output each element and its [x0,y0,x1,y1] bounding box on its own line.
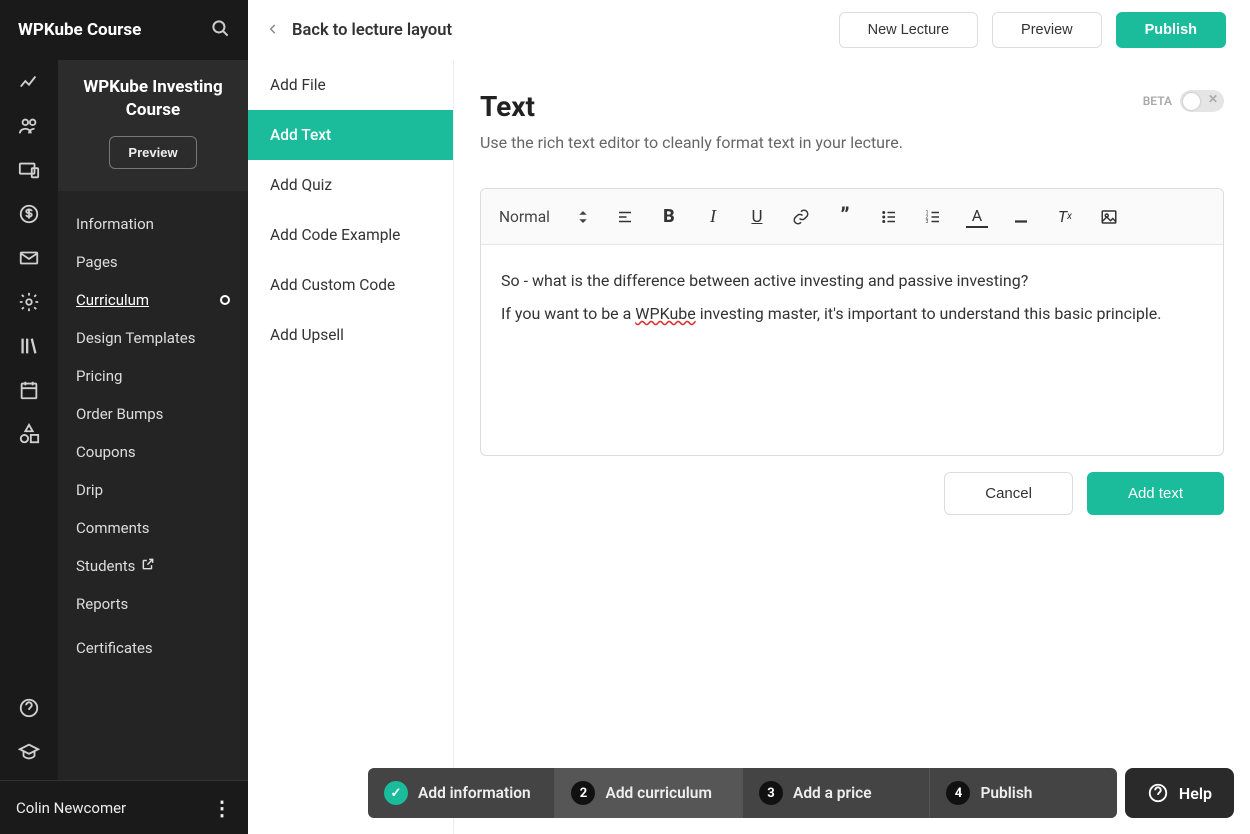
add-code-example[interactable]: Add Code Example [248,210,453,260]
hr-icon[interactable] [1010,208,1032,226]
content: Text Use the rich text editor to cleanly… [454,0,1250,834]
quote-icon[interactable]: ” [834,204,856,229]
search-icon[interactable] [211,19,230,42]
help-icon [1147,782,1169,804]
rail-mail-icon[interactable] [0,236,58,280]
content-heading: Text [480,90,903,123]
add-text-button[interactable]: Add text [1087,472,1224,515]
icon-rail [0,0,58,834]
chevron-left-icon [266,21,280,40]
rail-device-icon[interactable] [0,148,58,192]
back-label: Back to lecture layout [292,21,452,40]
nav-certificates[interactable]: Certificates [58,629,248,667]
text-color-icon[interactable]: A [966,206,988,228]
image-icon[interactable] [1098,208,1120,226]
sidebar: WPKube Course WPKube Investing Course Pr… [58,0,248,834]
brand-title: WPKube Course [18,20,141,40]
italic-icon[interactable]: I [702,206,724,227]
add-upsell[interactable]: Add Upsell [248,310,453,360]
editor-paragraph: So - what is the difference between acti… [501,267,1203,296]
add-file[interactable]: Add File [248,60,453,110]
help-button[interactable]: Help [1125,768,1234,818]
rail-analytics-icon[interactable] [0,60,58,104]
course-block: WPKube Investing Course Preview [58,60,248,191]
publish-button[interactable]: Publish [1116,12,1226,48]
editor-paragraph: If you want to be a WPKube investing mas… [501,300,1203,329]
check-icon: ✓ [384,781,408,805]
course-preview-button[interactable]: Preview [109,136,196,169]
nav-students[interactable]: Students [58,547,248,585]
rail-people-icon[interactable] [0,104,58,148]
beta-toggle-group: BETA ✕ [1143,90,1224,112]
bullet-list-icon[interactable] [878,208,900,226]
close-icon: ✕ [1208,92,1218,106]
numbered-list-icon[interactable]: 123 [922,208,944,226]
underline-icon[interactable]: U [746,207,768,227]
nav-design-templates[interactable]: Design Templates [58,319,248,357]
preview-button[interactable]: Preview [992,12,1102,48]
nav-coupons[interactable]: Coupons [58,433,248,471]
nav-pages[interactable]: Pages [58,243,248,281]
rail-books-icon[interactable] [0,324,58,368]
add-panel: Add File Add Text Add Quiz Add Code Exam… [248,0,454,834]
cancel-button[interactable]: Cancel [944,472,1073,515]
add-text[interactable]: Add Text [248,110,453,160]
steps-bar: ✓Add information 2Add curriculum 3Add a … [368,768,1234,818]
rail-calendar-icon[interactable] [0,368,58,412]
style-select[interactable]: Normal [499,208,592,226]
bold-icon[interactable]: B [658,206,680,227]
step-add-curriculum[interactable]: 2Add curriculum [555,768,742,818]
rail-gear-icon[interactable] [0,280,58,324]
rich-text-editor: Normal B I U ” 123 A Tx [480,188,1224,456]
active-indicator-icon [220,295,230,305]
content-subtitle: Use the rich text editor to cleanly form… [480,133,903,152]
nav-drip[interactable]: Drip [58,471,248,509]
nav-order-bumps[interactable]: Order Bumps [58,395,248,433]
rail-shapes-icon[interactable] [0,412,58,456]
beta-label: BETA [1143,94,1172,108]
nav-information[interactable]: Information [58,205,248,243]
nav-curriculum[interactable]: Curriculum [58,281,248,319]
topbar: Back to lecture layout New Lecture Previ… [248,0,1250,60]
user-footer[interactable]: Colin Newcomer ⋮ [0,780,248,834]
new-lecture-button[interactable]: New Lecture [839,12,978,48]
link-icon[interactable] [790,208,812,226]
user-name: Colin Newcomer [16,799,126,817]
step-add-information[interactable]: ✓Add information [368,768,555,818]
external-link-icon [141,557,155,575]
add-quiz[interactable]: Add Quiz [248,160,453,210]
step-add-price[interactable]: 3Add a price [743,768,930,818]
nav-reports[interactable]: Reports [58,585,248,623]
editor-toolbar: Normal B I U ” 123 A Tx [481,189,1223,245]
clear-format-icon[interactable]: Tx [1054,207,1076,226]
rail-dollar-icon[interactable] [0,192,58,236]
nav-comments[interactable]: Comments [58,509,248,547]
more-icon[interactable]: ⋮ [212,796,232,820]
beta-toggle[interactable]: ✕ [1180,90,1224,112]
nav-pricing[interactable]: Pricing [58,357,248,395]
rail-help-icon[interactable] [0,686,58,730]
rail-grad-icon[interactable] [0,730,58,774]
brand-header: WPKube Course [0,0,248,60]
step-publish[interactable]: 4Publish [930,768,1116,818]
nav-list: Information Pages Curriculum Design Temp… [58,191,248,834]
align-icon[interactable] [614,208,636,226]
add-custom-code[interactable]: Add Custom Code [248,260,453,310]
course-title: WPKube Investing Course [68,76,238,122]
main: Back to lecture layout New Lecture Previ… [454,0,1250,834]
svg-text:3: 3 [925,219,928,225]
editor-body[interactable]: So - what is the difference between acti… [481,245,1223,455]
back-link[interactable]: Back to lecture layout [266,21,452,40]
